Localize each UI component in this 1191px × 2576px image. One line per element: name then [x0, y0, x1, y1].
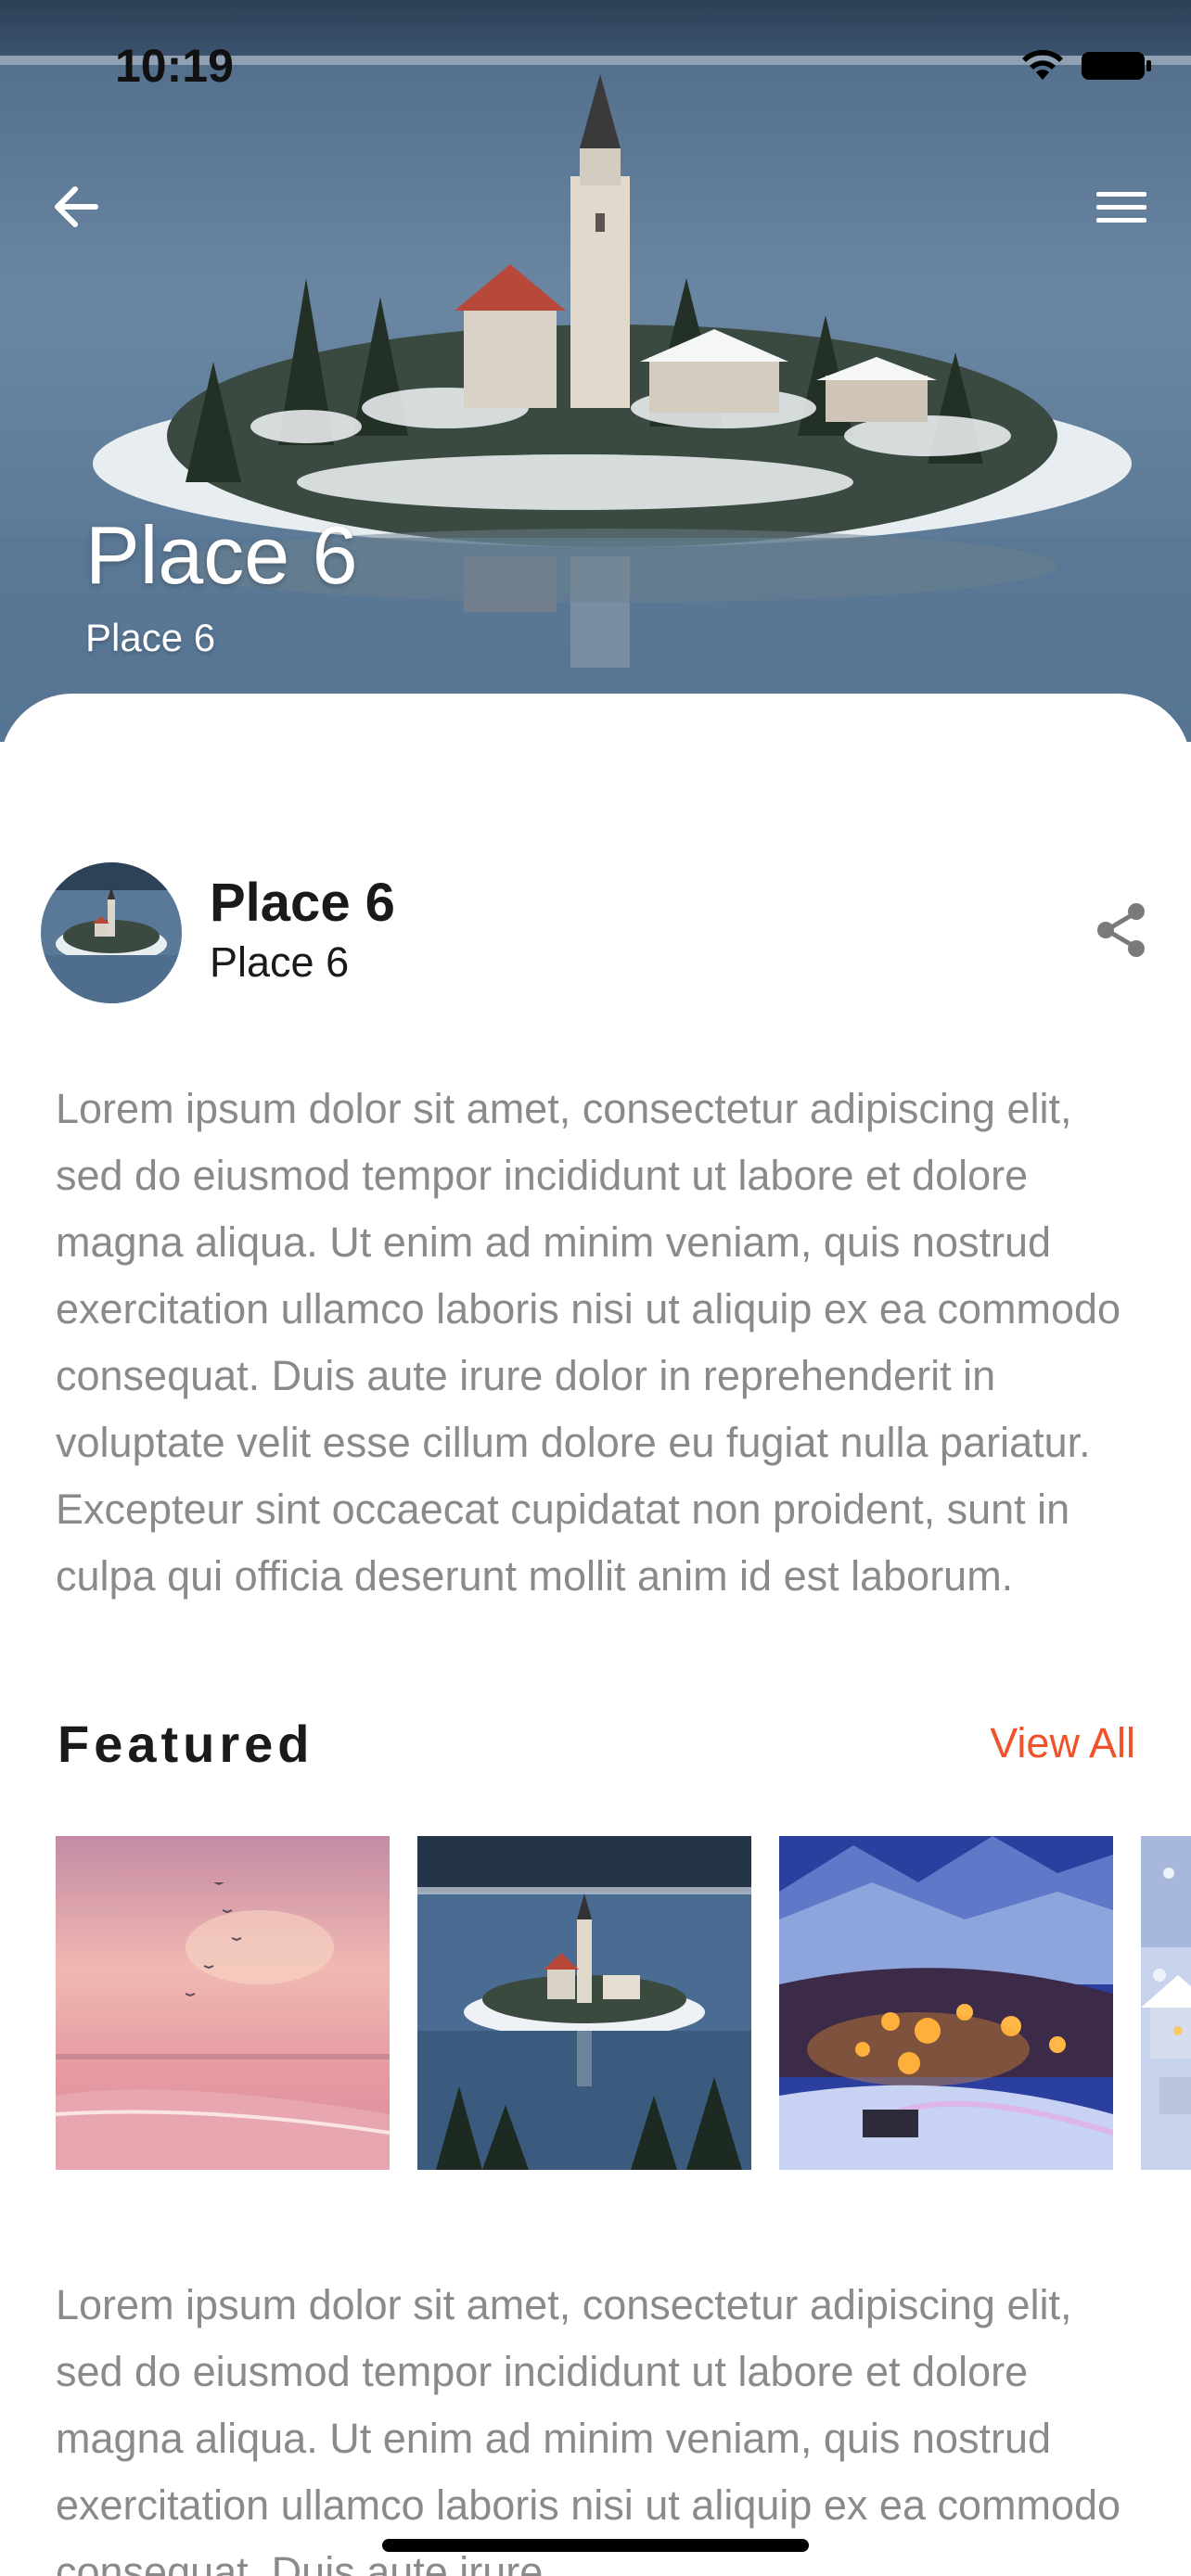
share-icon	[1094, 901, 1149, 963]
featured-title: Featured	[58, 1715, 314, 1773]
status-bar: 10:19	[0, 0, 1191, 130]
status-time: 10:19	[115, 40, 234, 92]
home-indicator	[382, 2539, 809, 2552]
view-all-link[interactable]: View All	[990, 1719, 1135, 1767]
featured-card-village-night[interactable]	[779, 1836, 1113, 2170]
arrow-left-icon	[51, 184, 103, 235]
hero-title: Place 6	[85, 509, 358, 601]
description-text-2: Lorem ipsum dolor sit amet, consectetur …	[56, 2281, 1121, 2576]
avatar	[41, 862, 182, 1003]
status-icons	[1018, 46, 1154, 88]
place-subtitle: Place 6	[210, 938, 350, 986]
hero-subtitle: Place 6	[85, 616, 216, 659]
share-button[interactable]	[1089, 899, 1154, 964]
featured-card-island[interactable]	[417, 1836, 751, 2170]
place-name: Place 6	[210, 873, 395, 933]
place-detail-screen: 10:19 Place 6 Place 6 Place 6 Place 6 Lo…	[0, 0, 1191, 2576]
back-button[interactable]	[45, 176, 109, 241]
featured-header: Featured View All	[58, 1714, 1135, 1779]
place-header: Place 6 Place 6	[41, 862, 1154, 1003]
battery-icon	[1080, 46, 1154, 88]
featured-card-sunset[interactable]	[56, 1836, 390, 2170]
description-text: Lorem ipsum dolor sit amet, consectetur …	[56, 1085, 1121, 1600]
wifi-icon	[1018, 46, 1067, 88]
hamburger-menu-icon	[1095, 186, 1148, 232]
featured-card-snowy-village[interactable]	[1141, 1836, 1191, 2170]
menu-button[interactable]	[1089, 176, 1154, 241]
featured-carousel[interactable]	[56, 1836, 1191, 2170]
